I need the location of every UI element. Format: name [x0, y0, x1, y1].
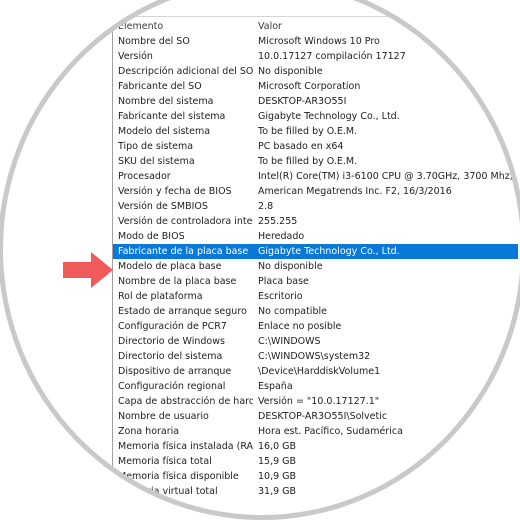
row-key: Fabricante del sistema [118, 111, 226, 122]
row-key: Memoria virtual total [118, 486, 218, 497]
row-value: Microsoft Windows 10 Pro [258, 36, 380, 47]
row-value: No compatible [258, 306, 327, 317]
table-row[interactable]: Fabricante del SO Microsoft Corporation [113, 79, 520, 94]
row-value: To be filled by O.E.M. [258, 156, 358, 167]
row-value: Intel(R) Core(TM) i3-6100 CPU @ 3.70GHz,… [258, 171, 520, 182]
row-value: C:\WINDOWS\system32 [258, 351, 371, 362]
row-key: Configuración regional [118, 381, 226, 392]
table-row[interactable]: Modo de BIOS Heredado [113, 229, 520, 244]
row-key: Estado de arranque seguro [118, 306, 247, 317]
row-value: Gigabyte Technology Co., Ltd. [258, 111, 400, 122]
row-key: Modelo de placa base [118, 261, 222, 272]
row-key: Versión de SMBIOS [118, 201, 208, 212]
row-value: 255.255 [258, 216, 298, 227]
row-key: Capa de abstracción de hardw [118, 396, 253, 407]
row-key: Modelo del sistema [118, 126, 211, 137]
row-key: Memoria física disponible [118, 471, 239, 482]
row-value: C:\WINDOWS [258, 336, 321, 347]
row-key: Versión y fecha de BIOS [118, 186, 232, 197]
table-row[interactable]: Modelo de placa base No disponible [113, 259, 520, 274]
table-row-selected[interactable]: Fabricante de la placa base Gigabyte Tech… [113, 244, 518, 259]
table-row[interactable]: Modelo del sistema To be filled by O.E.M. [113, 124, 520, 139]
table-row[interactable]: Nombre de la placa base Placa base [113, 274, 520, 289]
row-value: Enlace no posible [258, 321, 342, 332]
row-key: Directorio de Windows [118, 336, 225, 347]
row-key: Nombre del SO [118, 36, 190, 47]
table-row[interactable]: Memoria física disponible 10,9 GB [113, 469, 520, 484]
row-key: Zona horaria [118, 426, 180, 437]
row-key: Versión de controladora integr [118, 216, 253, 227]
row-key: Fabricante del SO [118, 81, 202, 92]
table-row[interactable]: Fabricante del sistema Gigabyte Technolog… [113, 109, 520, 124]
table-row[interactable]: Configuración de PCR7 Enlace no posible [113, 319, 520, 334]
row-value: 15,9 GB [258, 456, 297, 467]
row-key: Procesador [118, 171, 171, 182]
row-value: DESKTOP-AR3O55I\Solvetic [258, 411, 388, 422]
row-value: 2.8 [258, 201, 274, 212]
row-key: SKU del sistema [118, 156, 195, 167]
system-info-table: Elemento Valor Nombre del SO Microsoft Wi… [112, 16, 520, 517]
table-row[interactable]: Dispositivo de arranque \Device\HarddiskV… [113, 364, 520, 379]
table-row[interactable]: Configuración regional España [113, 379, 520, 394]
row-key: Configuración de PCR7 [118, 321, 227, 332]
row-key: Descripción adicional del SO [118, 66, 253, 77]
table-row[interactable]: Procesador Intel(R) Core(TM) i3-6100 CPU … [113, 169, 520, 184]
row-value: 10.0.17127 compilación 17127 [258, 51, 406, 62]
row-value: To be filled by O.E.M. [258, 126, 358, 137]
column-header-element[interactable]: Elemento [118, 19, 253, 34]
row-key: Rol de plataforma [118, 291, 203, 302]
table-row[interactable]: Zona horaria Hora est. Pacífico, Sudaméri… [113, 424, 520, 439]
column-header-value[interactable]: Valor [258, 19, 282, 34]
row-value: Heredado [258, 231, 305, 242]
table-row[interactable]: Rol de plataforma Escritorio [113, 289, 520, 304]
table-row[interactable]: Descripción adicional del SO No disponibl… [113, 64, 520, 79]
table-header: Elemento Valor [113, 19, 520, 34]
table-row[interactable]: Directorio de Windows C:\WINDOWS [113, 334, 520, 349]
row-key: Dispositivo de arranque [118, 366, 232, 377]
row-key: Versión [118, 51, 153, 62]
row-key: Modo de BIOS [118, 231, 185, 242]
table-row[interactable]: Capa de abstracción de hardw Versión = "1… [113, 394, 520, 409]
table-row[interactable]: SKU del sistema To be filled by O.E.M. [113, 154, 520, 169]
row-value: PC basado en x64 [258, 141, 344, 152]
row-key: Directorio del sistema [118, 351, 223, 362]
row-value: \Device\HarddiskVolume1 [258, 366, 381, 377]
pointer-arrow-icon [63, 252, 113, 288]
row-value: España [258, 381, 293, 392]
table-row[interactable]: Versión y fecha de BIOS American Megatren… [113, 184, 520, 199]
table-row[interactable]: Memoria física instalada (RAM) 16,0 GB [113, 439, 520, 454]
table-row[interactable]: Nombre del sistema DESKTOP-AR3O55I [113, 94, 520, 109]
row-key: Nombre de la placa base [118, 276, 237, 287]
row-value: Hora est. Pacífico, Sudamérica [258, 426, 403, 437]
row-value: DESKTOP-AR3O55I [258, 96, 347, 107]
table-row[interactable]: Versión 10.0.17127 compilación 17127 [113, 49, 520, 64]
table-row[interactable]: Versión de SMBIOS 2.8 [113, 199, 520, 214]
row-value: 10,9 GB [258, 471, 297, 482]
row-value: American Megatrends Inc. F2, 16/3/2016 [258, 186, 452, 197]
row-value: Microsoft Corporation [258, 81, 361, 92]
row-value: Versión = "10.0.17127.1" [258, 396, 380, 407]
row-value: Escritorio [258, 291, 303, 302]
row-key: Nombre del sistema [118, 96, 214, 107]
row-key: Memoria física total [118, 456, 212, 467]
row-value: 16,0 GB [258, 441, 297, 452]
row-key: Fabricante de la placa base [118, 246, 249, 257]
table-row[interactable]: Tipo de sistema PC basado en x64 [113, 139, 520, 154]
table-row[interactable]: Nombre del SO Microsoft Windows 10 Pro [113, 34, 520, 49]
table-row[interactable]: Memoria virtual total 31,9 GB [113, 484, 520, 499]
table-row[interactable]: Estado de arranque seguro No compatible [113, 304, 520, 319]
row-value: Gigabyte Technology Co., Ltd. [258, 246, 400, 257]
row-value: No disponible [258, 66, 323, 77]
row-value: Placa base [258, 276, 309, 287]
table-row[interactable]: Nombre de usuario DESKTOP-AR3O55I\Solveti… [113, 409, 520, 424]
table-row[interactable]: Memoria física total 15,9 GB [113, 454, 520, 469]
row-value: 31,9 GB [258, 486, 297, 497]
row-key: Tipo de sistema [118, 141, 194, 152]
table-row[interactable]: Versión de controladora integr 255.255 [113, 214, 520, 229]
row-key: Memoria física instalada (RAM) [118, 441, 253, 452]
table-row[interactable]: Directorio del sistema C:\WINDOWS\system3… [113, 349, 520, 364]
row-key: Nombre de usuario [118, 411, 209, 422]
row-value: No disponible [258, 261, 323, 272]
